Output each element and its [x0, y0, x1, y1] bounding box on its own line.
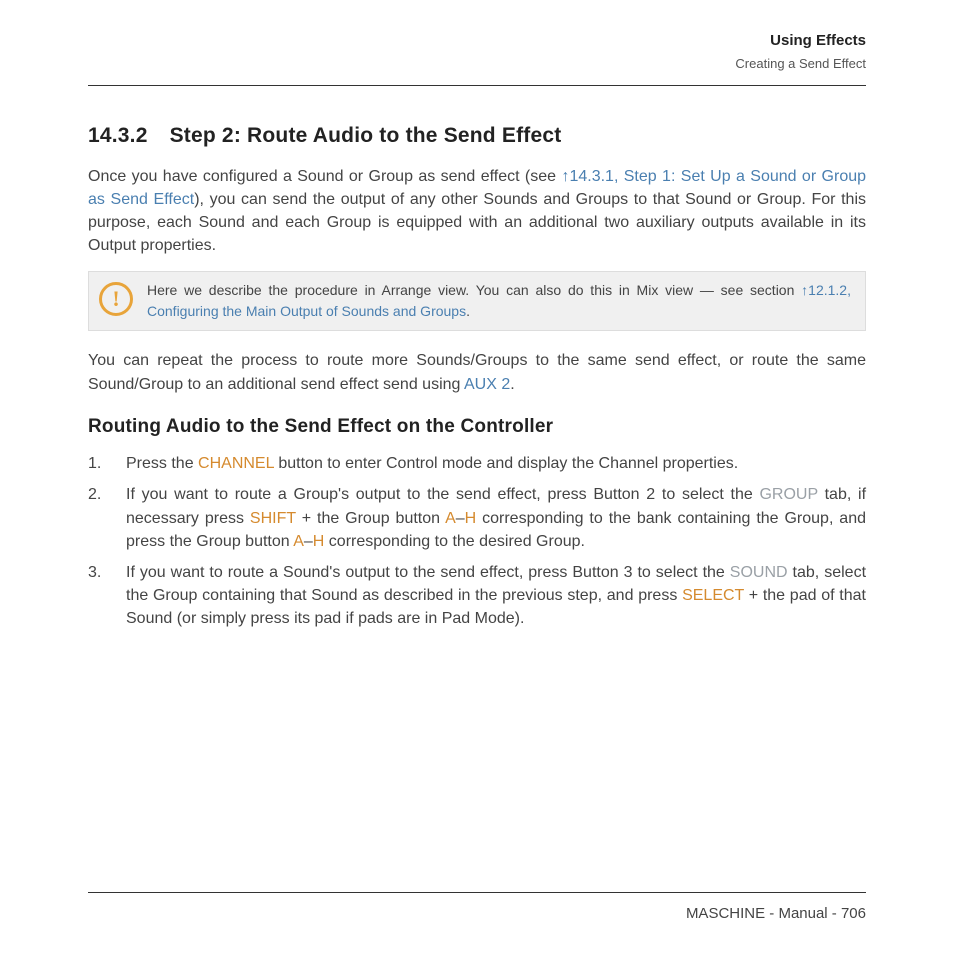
warning-icon: !: [99, 282, 133, 316]
keyword-sound-tab: SOUND: [730, 564, 788, 581]
page-header: Using Effects Creating a Send Effect: [88, 30, 866, 86]
footer-text: MASCHINE - Manual - 706: [686, 905, 866, 922]
keyword-shift: SHIFT: [250, 510, 296, 527]
keyword-a-2: A: [293, 533, 304, 550]
xref-link-aux2[interactable]: AUX 2: [464, 376, 510, 393]
keyword-channel: CHANNEL: [198, 455, 274, 472]
callout-text: Here we describe the procedure in Arrang…: [147, 280, 851, 322]
steps-list: Press the CHANNEL button to enter Contro…: [88, 452, 866, 630]
section-heading: 14.3.2 Step 2: Route Audio to the Send Ef…: [88, 121, 866, 150]
main-content: 14.3.2 Step 2: Route Audio to the Send Ef…: [88, 86, 866, 630]
subsection-heading: Routing Audio to the Send Effect on the …: [88, 414, 866, 441]
header-section: Creating a Send Effect: [88, 55, 866, 73]
section-title-text: Step 2: Route Audio to the Send Effect: [170, 124, 562, 147]
callout-icon-wrap: !: [99, 280, 133, 316]
paragraph-intro: Once you have configured a Sound or Grou…: [88, 165, 866, 258]
info-callout: ! Here we describe the procedure in Arra…: [88, 271, 866, 331]
step-1: Press the CHANNEL button to enter Contro…: [88, 452, 866, 475]
keyword-h-1: H: [465, 510, 477, 527]
step-2: If you want to route a Group's output to…: [88, 483, 866, 553]
keyword-select: SELECT: [682, 587, 744, 604]
keyword-h-2: H: [313, 533, 325, 550]
keyword-group-tab: GROUP: [759, 486, 817, 503]
paragraph-repeat: You can repeat the process to route more…: [88, 349, 866, 395]
step-3: If you want to route a Sound's output to…: [88, 561, 866, 631]
page-footer: MASCHINE - Manual - 706: [88, 892, 866, 924]
page-content: Using Effects Creating a Send Effect 14.…: [0, 0, 954, 954]
section-number: 14.3.2: [88, 121, 148, 150]
header-chapter: Using Effects: [88, 30, 866, 51]
keyword-a-1: A: [445, 510, 456, 527]
